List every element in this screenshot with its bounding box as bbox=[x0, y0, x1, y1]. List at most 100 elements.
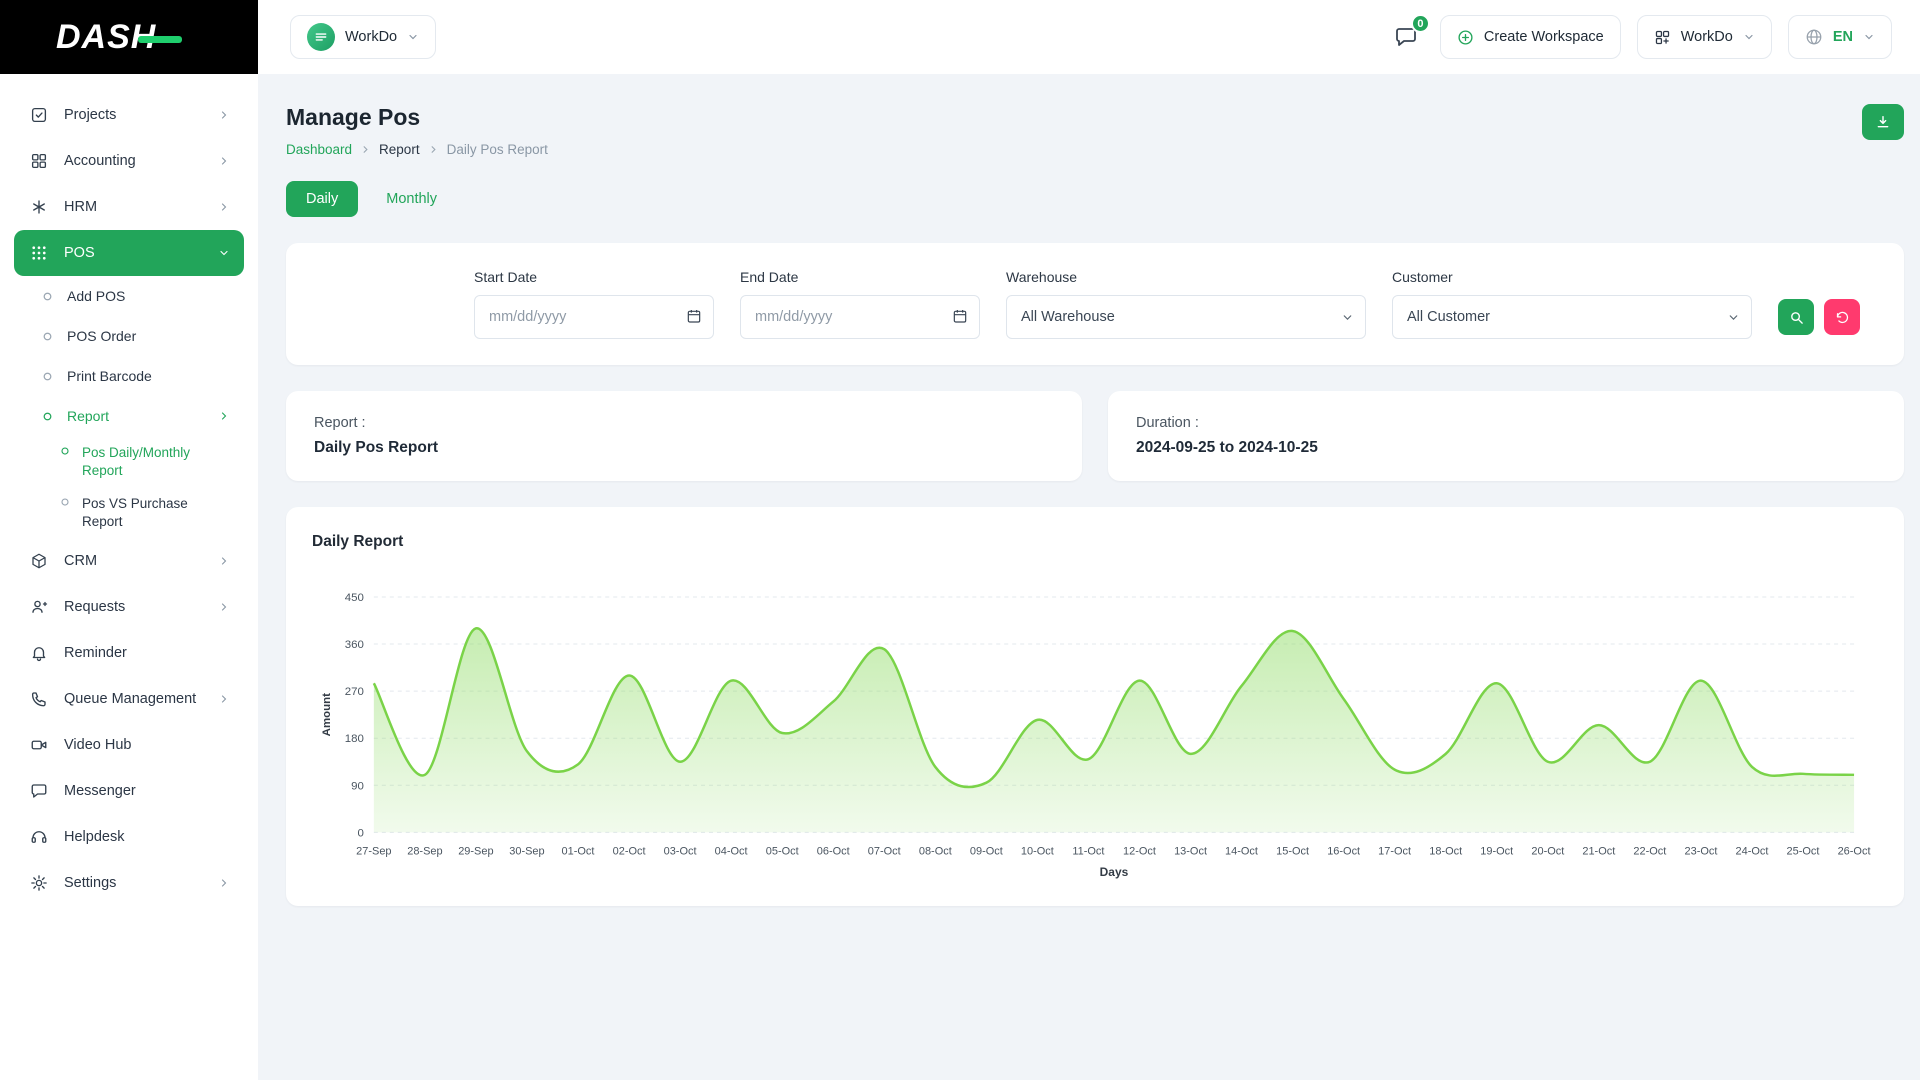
chevron-right-icon bbox=[218, 555, 230, 567]
duration-label: Duration : bbox=[1136, 415, 1876, 431]
language-selector[interactable]: EN bbox=[1788, 15, 1892, 59]
svg-text:07-Oct: 07-Oct bbox=[868, 845, 901, 857]
breadcrumb-report[interactable]: Report bbox=[379, 142, 420, 157]
daily-report-card: Daily Report 09018027036045027-Sep28-Sep… bbox=[286, 507, 1904, 906]
messages-button[interactable]: 0 bbox=[1390, 21, 1422, 53]
svg-text:03-Oct: 03-Oct bbox=[664, 845, 697, 857]
sidebar-item-report[interactable]: Report bbox=[14, 396, 244, 436]
sidebar-item-pos[interactable]: POS bbox=[14, 230, 244, 276]
svg-text:06-Oct: 06-Oct bbox=[817, 845, 850, 857]
workspace-selector[interactable]: WorkDo bbox=[290, 15, 436, 59]
sidebar-item-pos-vs-purchase-report[interactable]: Pos VS Purchase Report bbox=[14, 487, 244, 538]
breadcrumb: Dashboard Report Daily Pos Report bbox=[286, 142, 548, 157]
gear-icon bbox=[30, 874, 48, 892]
end-date-input[interactable] bbox=[740, 295, 980, 339]
svg-text:15-Oct: 15-Oct bbox=[1276, 845, 1309, 857]
user-plus-icon bbox=[30, 598, 48, 616]
sidebar-item-settings[interactable]: Settings bbox=[14, 860, 244, 906]
report-summary-card: Report : Daily Pos Report bbox=[286, 391, 1082, 481]
chevron-right-icon bbox=[218, 877, 230, 889]
account-menu-button[interactable]: WorkDo bbox=[1637, 15, 1772, 59]
search-button[interactable] bbox=[1778, 299, 1814, 335]
create-workspace-label: Create Workspace bbox=[1484, 29, 1604, 45]
pos-icon bbox=[30, 244, 48, 262]
bullet-icon bbox=[42, 411, 53, 422]
sidebar-item-reminder[interactable]: Reminder bbox=[14, 630, 244, 676]
projects-icon bbox=[30, 106, 48, 124]
sidebar-item-pos-daily-monthly-report[interactable]: Pos Daily/Monthly Report bbox=[14, 436, 244, 487]
customer-field: Customer All Customer bbox=[1392, 269, 1752, 339]
svg-text:12-Oct: 12-Oct bbox=[1123, 845, 1156, 857]
report-label: Report : bbox=[314, 415, 1054, 431]
tab-monthly[interactable]: Monthly bbox=[386, 191, 437, 207]
create-workspace-button[interactable]: Create Workspace bbox=[1440, 15, 1621, 59]
start-date-label: Start Date bbox=[474, 269, 714, 285]
svg-text:16-Oct: 16-Oct bbox=[1327, 845, 1360, 857]
sidebar-item-add-pos[interactable]: Add POS bbox=[14, 276, 244, 316]
svg-text:24-Oct: 24-Oct bbox=[1736, 845, 1769, 857]
report-mode-tabs: Daily Monthly bbox=[286, 181, 1904, 217]
sidebar-item-print-barcode[interactable]: Print Barcode bbox=[14, 356, 244, 396]
account-name: WorkDo bbox=[1681, 29, 1733, 45]
globe-icon bbox=[1805, 28, 1823, 46]
download-report-button[interactable] bbox=[1862, 104, 1904, 140]
sidebar-item-video-hub[interactable]: Video Hub bbox=[14, 722, 244, 768]
svg-text:360: 360 bbox=[345, 639, 364, 651]
chevron-down-icon bbox=[1743, 31, 1755, 43]
app-logo[interactable]: DASH bbox=[56, 20, 156, 54]
workspace-name: WorkDo bbox=[345, 29, 397, 45]
breadcrumb-dashboard-link[interactable]: Dashboard bbox=[286, 142, 352, 157]
main-content: Manage Pos Dashboard Report Daily Pos Re… bbox=[258, 0, 1920, 930]
svg-text:17-Oct: 17-Oct bbox=[1378, 845, 1411, 857]
svg-text:0: 0 bbox=[357, 827, 363, 839]
reset-filter-button[interactable] bbox=[1824, 299, 1860, 335]
customer-select[interactable]: All Customer bbox=[1392, 295, 1752, 339]
chevron-right-icon bbox=[360, 144, 371, 155]
sidebar-item-crm[interactable]: CRM bbox=[14, 538, 244, 584]
chart-wrap: 09018027036045027-Sep28-Sep29-Sep30-Sep0… bbox=[312, 583, 1878, 882]
breadcrumb-current: Daily Pos Report bbox=[447, 142, 548, 157]
notification-badge: 0 bbox=[1411, 14, 1430, 33]
tab-daily[interactable]: Daily bbox=[286, 181, 358, 217]
bullet-icon bbox=[60, 446, 70, 456]
duration-value: 2024-09-25 to 2024-10-25 bbox=[1136, 439, 1876, 457]
end-date-field: End Date bbox=[740, 269, 980, 339]
svg-text:90: 90 bbox=[351, 780, 364, 792]
report-value: Daily Pos Report bbox=[314, 439, 1054, 457]
title-row: Manage Pos Dashboard Report Daily Pos Re… bbox=[286, 104, 1904, 157]
chevron-down-icon bbox=[1863, 31, 1875, 43]
sidebar-item-hrm[interactable]: HRM bbox=[14, 184, 244, 230]
sidebar-item-projects[interactable]: Projects bbox=[14, 92, 244, 138]
search-icon bbox=[1789, 310, 1804, 325]
chevron-down-icon bbox=[407, 31, 419, 43]
reset-icon bbox=[1835, 310, 1850, 325]
svg-text:14-Oct: 14-Oct bbox=[1225, 845, 1258, 857]
chart-title: Daily Report bbox=[312, 533, 1878, 551]
svg-text:18-Oct: 18-Oct bbox=[1429, 845, 1462, 857]
sidebar-item-queue-management[interactable]: Queue Management bbox=[14, 676, 244, 722]
sidebar-item-messenger[interactable]: Messenger bbox=[14, 768, 244, 814]
svg-text:30-Sep: 30-Sep bbox=[509, 845, 544, 857]
customer-label: Customer bbox=[1392, 269, 1752, 285]
svg-text:10-Oct: 10-Oct bbox=[1021, 845, 1054, 857]
chevron-right-icon bbox=[218, 601, 230, 613]
svg-text:180: 180 bbox=[345, 733, 364, 745]
sidebar-item-pos-order[interactable]: POS Order bbox=[14, 316, 244, 356]
warehouse-select[interactable]: All Warehouse bbox=[1006, 295, 1366, 339]
svg-text:21-Oct: 21-Oct bbox=[1582, 845, 1615, 857]
chevron-right-icon bbox=[218, 109, 230, 121]
sidebar-item-accounting[interactable]: Accounting bbox=[14, 138, 244, 184]
duration-summary-card: Duration : 2024-09-25 to 2024-10-25 bbox=[1108, 391, 1904, 481]
svg-text:Amount: Amount bbox=[321, 693, 333, 736]
chevron-down-icon bbox=[218, 247, 230, 259]
start-date-input[interactable] bbox=[474, 295, 714, 339]
chevron-right-icon bbox=[218, 410, 230, 422]
sidebar-item-helpdesk[interactable]: Helpdesk bbox=[14, 814, 244, 860]
chat-bubble-icon bbox=[30, 782, 48, 800]
sidebar-item-requests[interactable]: Requests bbox=[14, 584, 244, 630]
filter-card: Start Date End Date Warehouse All Wareho… bbox=[286, 243, 1904, 365]
summary-row: Report : Daily Pos Report Duration : 202… bbox=[286, 391, 1904, 481]
topbar-actions: 0 Create Workspace WorkDo EN bbox=[1390, 15, 1892, 59]
svg-text:08-Oct: 08-Oct bbox=[919, 845, 952, 857]
bullet-icon bbox=[60, 497, 70, 507]
